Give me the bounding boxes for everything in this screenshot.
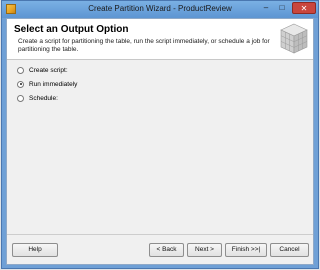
create-script-radio[interactable] — [17, 66, 24, 74]
run-immediately-radio[interactable] — [17, 80, 24, 88]
finish-button[interactable]: Finish >>| — [225, 243, 267, 257]
option-label: Schedule: — [29, 94, 58, 102]
back-button[interactable]: < Back — [149, 243, 184, 257]
dialog-body: Select an Output Option Create a script … — [6, 18, 314, 265]
next-button[interactable]: Next > — [187, 243, 222, 257]
maximize-button[interactable]: □ — [274, 2, 290, 14]
option-label: Run immediately — [29, 80, 78, 88]
close-button[interactable]: ✕ — [292, 2, 316, 14]
page-description: Create a script for partitioning the tab… — [18, 38, 270, 53]
option-schedule[interactable]: Schedule: — [17, 92, 77, 104]
option-label: Create script: — [29, 66, 68, 74]
output-options: Create script: Run immediately Schedule: — [17, 64, 77, 106]
footer-divider — [7, 234, 313, 235]
wizard-window: Create Partition Wizard - ProductReview … — [1, 0, 319, 269]
minimize-button[interactable]: – — [258, 2, 274, 14]
page-title: Select an Output Option — [14, 24, 129, 35]
cancel-button[interactable]: Cancel — [270, 243, 309, 257]
partition-cube-icon — [280, 23, 308, 54]
option-create-script[interactable]: Create script: — [17, 64, 77, 76]
help-button[interactable]: Help — [12, 243, 58, 257]
title-bar[interactable]: Create Partition Wizard - ProductReview … — [2, 1, 318, 18]
option-run-immediately[interactable]: Run immediately — [17, 78, 77, 90]
wizard-header: Select an Output Option Create a script … — [7, 19, 313, 60]
schedule-radio[interactable] — [17, 94, 24, 102]
